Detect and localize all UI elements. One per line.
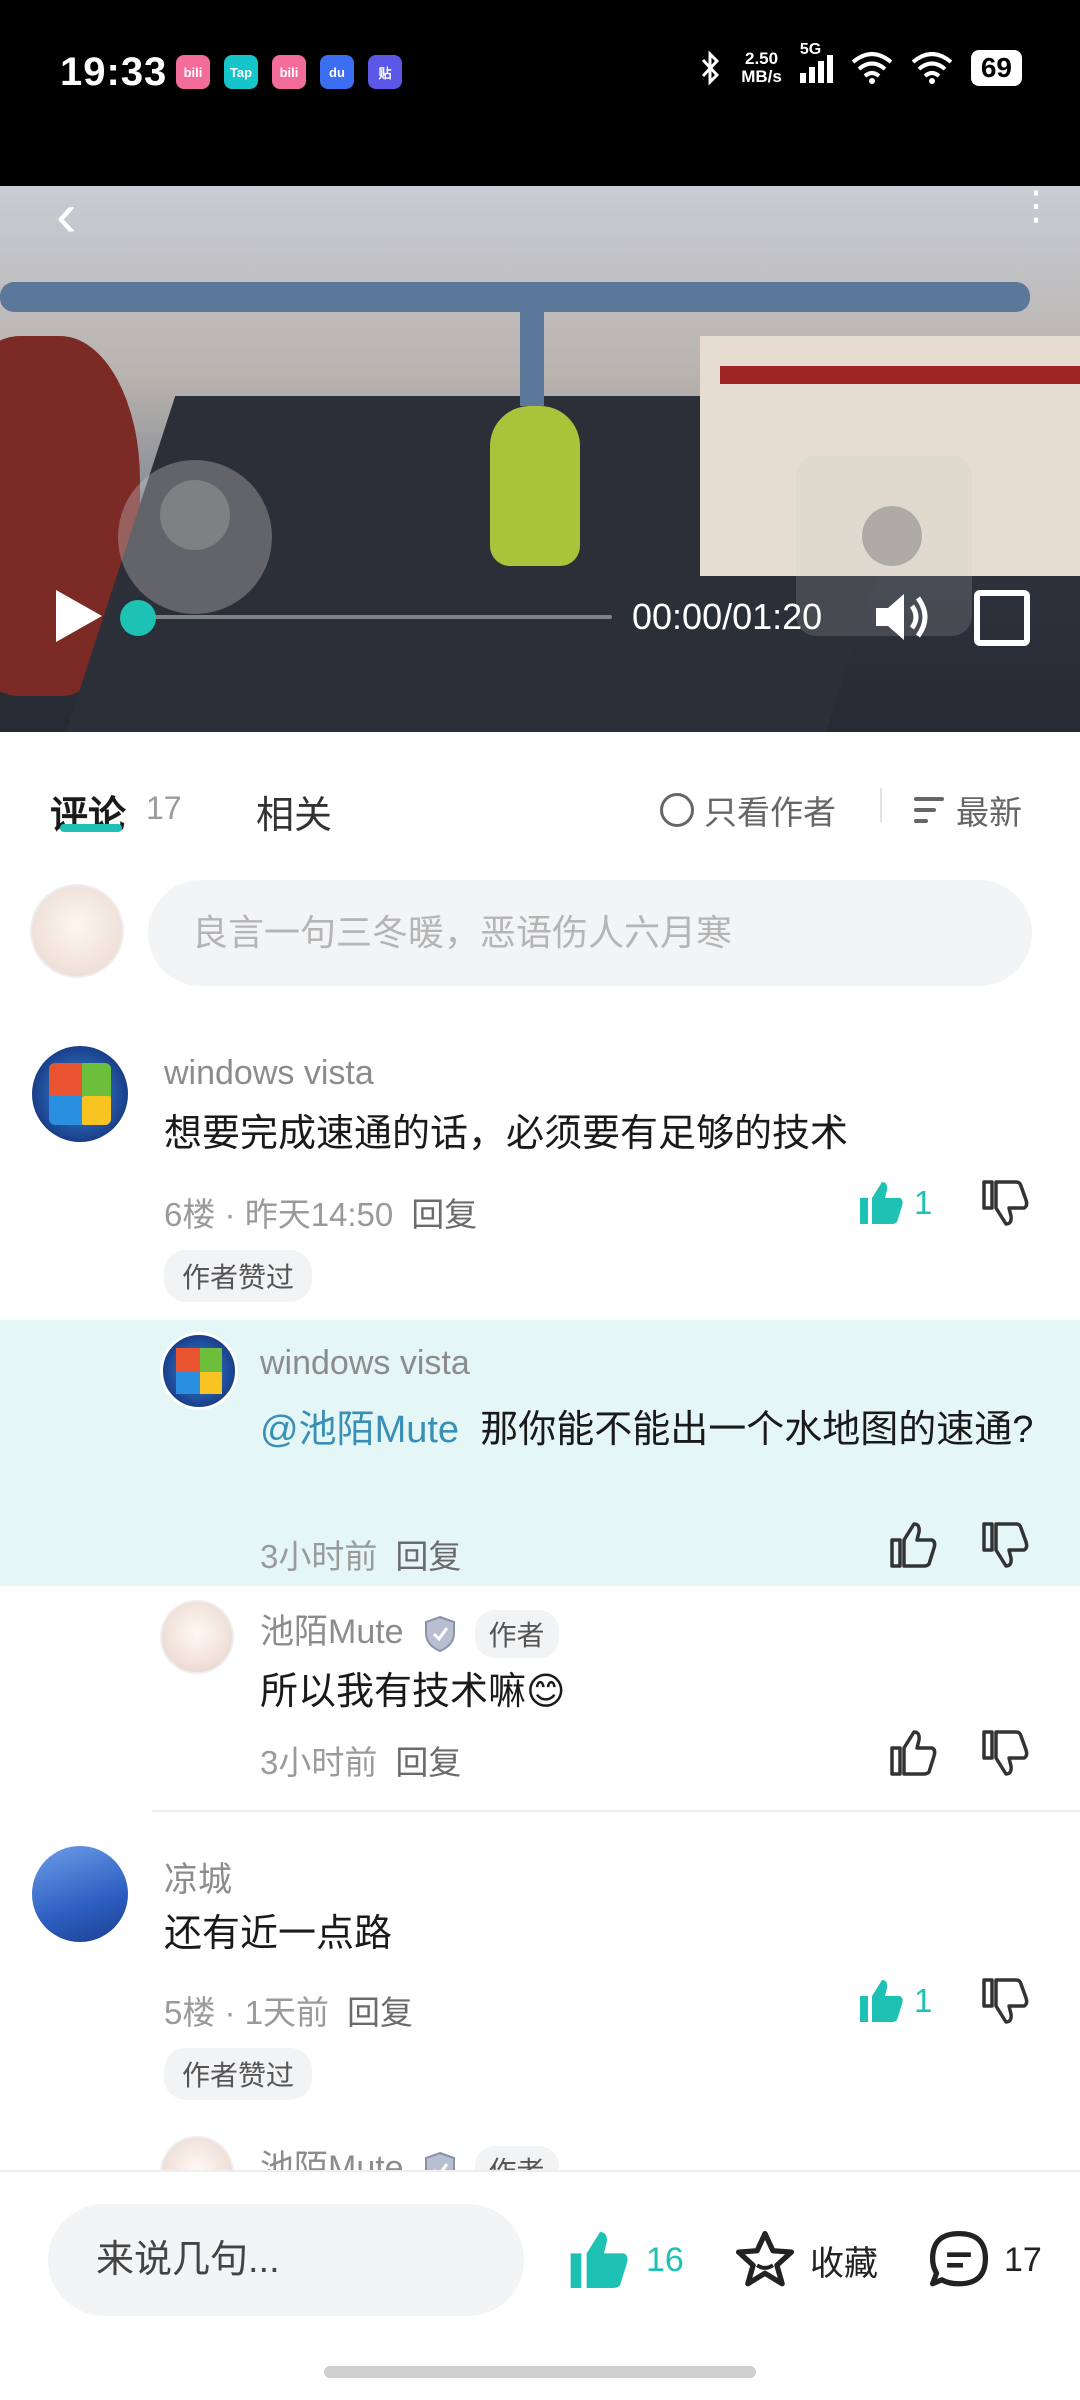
thumbs-up-icon[interactable] <box>888 1520 938 1570</box>
reply-button[interactable]: 回复 <box>347 1994 413 2031</box>
verified-shield-icon <box>425 1615 456 1653</box>
my-avatar[interactable] <box>30 884 124 978</box>
comment-username[interactable]: 凉城 <box>164 1852 232 1901</box>
thumbs-up-icon[interactable] <box>888 1728 938 1778</box>
bluetooth-icon <box>702 51 720 85</box>
sort-icon <box>914 795 948 825</box>
video-comment-count: 17 <box>1004 2240 1042 2279</box>
reply-button[interactable]: 回复 <box>395 1744 461 1781</box>
tab-divider <box>880 788 882 822</box>
comment-divider <box>152 1810 1080 1812</box>
home-indicator[interactable] <box>324 2366 756 2378</box>
tieba-icon: 贴 <box>368 55 402 89</box>
game-character <box>490 406 580 566</box>
favorite-button[interactable]: 收藏 <box>732 2228 878 2292</box>
reply-username[interactable]: windows vista <box>260 1344 470 1383</box>
play-icon[interactable] <box>56 590 102 642</box>
like-button[interactable]: 1 <box>856 1976 932 2026</box>
tab-related[interactable]: 相关 <box>256 784 332 839</box>
like-count: 1 <box>914 1184 933 1221</box>
comment-meta: 5楼 · 1天前 回复 <box>164 1994 414 2031</box>
thumbs-down-icon[interactable] <box>980 1520 1030 1570</box>
author-tag: 作者 <box>474 1610 559 1659</box>
reply-meta: 3小时前 回复 <box>260 1744 462 1781</box>
like-button[interactable]: 1 <box>856 1178 932 1228</box>
fullscreen-icon[interactable] <box>974 590 1030 646</box>
sort-button[interactable]: 最新 <box>914 786 1022 834</box>
tab-active-indicator <box>60 824 122 832</box>
only-author-toggle[interactable]: 只看作者 <box>660 786 836 834</box>
quick-comment-input[interactable] <box>48 2204 524 2316</box>
star-icon <box>735 2230 795 2287</box>
wifi-icon <box>911 52 953 84</box>
progress-handle[interactable] <box>120 600 156 636</box>
author-liked-badge: 作者赞过 <box>164 2048 313 2100</box>
video-timecode: 00:00/01:20 <box>632 596 823 637</box>
tab-comments-count: 17 <box>146 790 182 826</box>
bilibili-icon: bili <box>176 55 210 89</box>
like-video-button[interactable]: 16 <box>566 2228 684 2292</box>
taptap-icon: Tap <box>224 55 258 89</box>
back-arrow-icon[interactable]: ‹ <box>56 186 116 247</box>
notification-app-icons: bili Tap bili du 贴 <box>176 55 402 89</box>
thumbs-down-icon[interactable] <box>980 1976 1030 2026</box>
video-player[interactable]: ‹ ⋮ 00:00/01:20 <box>0 186 1080 732</box>
cell-signal-icon: 5G <box>799 41 833 83</box>
net-speed: 2.50 MB/s <box>741 49 782 86</box>
avatar[interactable] <box>32 1846 128 1942</box>
content-tabs: 评论 17 相关 只看作者 最新 <box>0 732 1080 872</box>
reply-text: @池陌Mute 那你能不能出一个水地图的速通? <box>260 1409 1034 1451</box>
baidu-icon: du <box>320 55 354 89</box>
comment-username[interactable]: windows vista <box>164 1054 374 1093</box>
comment-text: 想要完成速通的话，必须要有足够的技术 <box>164 1113 849 1155</box>
comment-input[interactable] <box>148 880 1032 986</box>
video-like-count: 16 <box>646 2240 684 2279</box>
author-liked-badge: 作者赞过 <box>164 1250 313 1302</box>
status-time: 19:33 <box>60 50 168 94</box>
system-icons: 2.50 MB/s 5G 69 <box>699 41 1022 86</box>
reply-button[interactable]: 回复 <box>411 1196 477 1233</box>
comments-button[interactable]: 17 <box>926 2228 1042 2292</box>
avatar[interactable] <box>160 1332 238 1410</box>
avatar[interactable] <box>32 1046 128 1142</box>
comment-meta: 6楼 · 昨天14:50 回复 <box>164 1196 478 1233</box>
thumbs-down-icon[interactable] <box>980 1728 1030 1778</box>
more-options-icon[interactable]: ⋮ <box>1016 186 1056 226</box>
reply-text: 所以我有技术嘛😊 <box>260 1671 566 1713</box>
avatar[interactable] <box>160 1600 234 1674</box>
thumbs-up-filled-icon <box>570 2232 628 2288</box>
mention-link[interactable]: @池陌Mute <box>260 1409 459 1451</box>
volume-icon[interactable] <box>872 590 932 644</box>
reply-meta: 3小时前 回复 <box>260 1538 462 1575</box>
comment-bubble-icon <box>929 2230 989 2287</box>
reply-button[interactable]: 回复 <box>395 1538 461 1575</box>
comment-text: 还有近一点路 <box>164 1913 393 1955</box>
thumbs-up-filled-icon <box>860 1182 903 1224</box>
wifi-icon <box>851 52 893 84</box>
status-bar: 19:33 bili Tap bili du 贴 2.50 MB/s 5G 69 <box>0 0 1080 186</box>
video-progress-bar[interactable] <box>136 615 612 619</box>
radio-circle-icon <box>660 793 694 827</box>
bilibili-icon: bili <box>272 55 306 89</box>
like-count: 1 <box>914 1982 933 2019</box>
video-controls: 00:00/01:20 <box>0 574 1080 654</box>
reply-username: 池陌Mute 作者 <box>260 1604 559 1659</box>
battery-indicator: 69 <box>970 50 1022 86</box>
thumbs-up-filled-icon <box>860 1980 903 2022</box>
thumbs-down-icon[interactable] <box>980 1178 1030 1228</box>
